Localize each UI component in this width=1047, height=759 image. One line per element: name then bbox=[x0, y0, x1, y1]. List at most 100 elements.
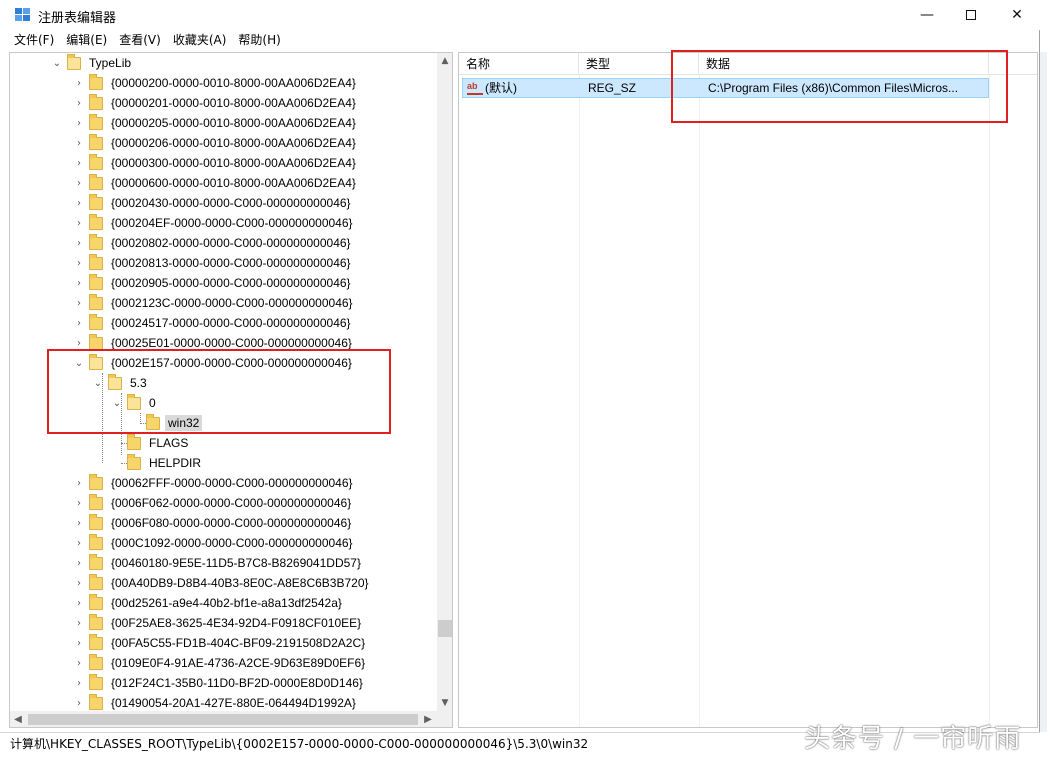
menu-edit[interactable]: 编辑(E) bbox=[60, 30, 113, 51]
tree-horizontal-scrollbar[interactable]: ◀ ▶ bbox=[10, 711, 437, 727]
tree-item-key[interactable]: › {0006F062-0000-0000-C000-000000000046} bbox=[73, 493, 354, 513]
chevron-right-icon[interactable]: › bbox=[73, 573, 85, 593]
folder-icon bbox=[127, 453, 141, 470]
tree-vertical-scrollbar[interactable]: ▲ ▼ bbox=[437, 53, 452, 711]
tree-item-label: {012F24C1-35B0-11D0-BF2D-0000E8D0D146} bbox=[111, 676, 363, 690]
chevron-right-icon[interactable]: › bbox=[73, 653, 85, 673]
tree-item-key[interactable]: › {00024517-0000-0000-C000-000000000046} bbox=[73, 313, 354, 333]
chevron-right-icon[interactable]: › bbox=[73, 473, 85, 493]
tree-item-key[interactable]: › {00062FFF-0000-0000-C000-000000000046} bbox=[73, 473, 356, 493]
folder-icon bbox=[89, 633, 103, 650]
folder-icon bbox=[89, 213, 103, 230]
tree-item-label: TypeLib bbox=[89, 56, 132, 70]
chevron-right-icon[interactable]: › bbox=[73, 273, 85, 293]
tree-item-typelib[interactable]: ⌄ TypeLib bbox=[51, 53, 134, 73]
tree-item-key[interactable]: › {00020905-0000-0000-C000-000000000046} bbox=[73, 273, 354, 293]
tree-item-label: {00FA5C55-FD1B-404C-BF09-2191508D2A2C} bbox=[111, 636, 366, 650]
menu-bar: 文件(F) 编辑(E) 查看(V) 收藏夹(A) 帮助(H) bbox=[0, 30, 1040, 51]
menu-favorites[interactable]: 收藏夹(A) bbox=[167, 30, 233, 51]
folder-icon bbox=[127, 433, 141, 450]
tree-item-flags[interactable]: FLAGS bbox=[111, 433, 191, 453]
tree-item-key[interactable]: › {00000200-0000-0010-8000-00AA006D2EA4} bbox=[73, 73, 359, 93]
tree-item-key[interactable]: › {00000205-0000-0010-8000-00AA006D2EA4} bbox=[73, 113, 359, 133]
folder-icon bbox=[89, 693, 103, 710]
folder-icon bbox=[89, 673, 103, 690]
folder-icon bbox=[89, 493, 103, 510]
chevron-right-icon[interactable]: › bbox=[73, 533, 85, 553]
menu-help[interactable]: 帮助(H) bbox=[232, 30, 286, 51]
chevron-right-icon[interactable]: › bbox=[73, 173, 85, 193]
chevron-right-icon[interactable]: › bbox=[73, 293, 85, 313]
chevron-right-icon[interactable]: › bbox=[73, 213, 85, 233]
tree-item-label: {00062FFF-0000-0000-C000-000000000046} bbox=[111, 476, 353, 490]
tree-item-key[interactable]: › {00000206-0000-0010-8000-00AA006D2EA4} bbox=[73, 133, 359, 153]
chevron-down-icon[interactable]: ⌄ bbox=[51, 53, 63, 73]
folder-icon bbox=[89, 193, 103, 210]
scroll-thumb[interactable] bbox=[438, 620, 452, 637]
tree-item-key[interactable]: › {0002123C-0000-0000-C000-000000000046} bbox=[73, 293, 356, 313]
tree-item-key[interactable]: › {00FA5C55-FD1B-404C-BF09-2191508D2A2C} bbox=[73, 633, 368, 653]
chevron-right-icon[interactable]: › bbox=[73, 493, 85, 513]
maximize-button[interactable] bbox=[948, 0, 994, 30]
chevron-right-icon[interactable]: › bbox=[73, 553, 85, 573]
tree-item-key[interactable]: › {00020802-0000-0000-C000-000000000046} bbox=[73, 233, 354, 253]
tree-item-label: {000204EF-0000-0000-C000-000000000046} bbox=[111, 216, 353, 230]
scroll-right-icon[interactable]: ▶ bbox=[420, 711, 436, 727]
minimize-button[interactable]: — bbox=[904, 0, 950, 30]
chevron-right-icon[interactable]: › bbox=[73, 153, 85, 173]
tree-item-label: {00000200-0000-0010-8000-00AA006D2EA4} bbox=[111, 76, 356, 90]
tree-item-helpdir[interactable]: HELPDIR bbox=[111, 453, 204, 473]
tree-item-label: {0109E0F4-91AE-4736-A2CE-9D63E89D0EF6} bbox=[111, 656, 366, 670]
menu-file[interactable]: 文件(F) bbox=[8, 30, 60, 51]
menu-view[interactable]: 查看(V) bbox=[113, 30, 167, 51]
chevron-right-icon[interactable]: › bbox=[73, 233, 85, 253]
tree-item-key[interactable]: › {00020813-0000-0000-C000-000000000046} bbox=[73, 253, 354, 273]
tree-item-key[interactable]: › {01490054-20A1-427E-880E-064494D1992A} bbox=[73, 693, 359, 713]
status-path: 计算机\HKEY_CLASSES_ROOT\TypeLib\{0002E157-… bbox=[10, 737, 589, 751]
scroll-left-icon[interactable]: ◀ bbox=[10, 711, 26, 727]
values-list-panel: 名称 类型 数据 ab (默认) REG_SZ C:\Program Files… bbox=[458, 52, 1038, 728]
folder-icon bbox=[89, 113, 103, 130]
tree-item-key[interactable]: › {00d25261-a9e4-40b2-bf1e-a8a13df2542a} bbox=[73, 593, 345, 613]
chevron-right-icon[interactable]: › bbox=[73, 133, 85, 153]
folder-icon bbox=[89, 333, 103, 350]
chevron-right-icon[interactable]: › bbox=[73, 673, 85, 693]
tree-item-key[interactable]: › {012F24C1-35B0-11D0-BF2D-0000E8D0D146} bbox=[73, 673, 366, 693]
tree-item-key[interactable]: › {000204EF-0000-0000-C000-000000000046} bbox=[73, 213, 356, 233]
tree-item-key[interactable]: › {0006F080-0000-0000-C000-000000000046} bbox=[73, 513, 354, 533]
tree-item-label: {000C1092-0000-0000-C000-000000000046} bbox=[111, 536, 353, 550]
chevron-right-icon[interactable]: › bbox=[73, 613, 85, 633]
string-value-icon: ab bbox=[467, 81, 483, 95]
tree-item-key[interactable]: › {00A40DB9-D8B4-40B3-8E0C-A8E8C6B3B720} bbox=[73, 573, 372, 593]
tree-item-key[interactable]: › {00000201-0000-0010-8000-00AA006D2EA4} bbox=[73, 93, 359, 113]
tree-item-key[interactable]: › {000C1092-0000-0000-C000-000000000046} bbox=[73, 533, 356, 553]
chevron-right-icon[interactable]: › bbox=[73, 313, 85, 333]
regedit-window: 注册表编辑器 — ✕ 文件(F) 编辑(E) 查看(V) 收藏夹(A) 帮助(H… bbox=[0, 0, 1040, 759]
chevron-right-icon[interactable]: › bbox=[73, 253, 85, 273]
tree-item-key[interactable]: › {00460180-9E5E-11D5-B7C8-B8269041DD57} bbox=[73, 553, 364, 573]
tree-item-key[interactable]: › {00000600-0000-0010-8000-00AA006D2EA4} bbox=[73, 173, 359, 193]
chevron-right-icon[interactable]: › bbox=[73, 593, 85, 613]
chevron-right-icon[interactable]: › bbox=[73, 73, 85, 93]
chevron-right-icon[interactable]: › bbox=[73, 93, 85, 113]
tree-item-label: {00020813-0000-0000-C000-000000000046} bbox=[111, 256, 351, 270]
chevron-right-icon[interactable]: › bbox=[73, 513, 85, 533]
chevron-right-icon[interactable]: › bbox=[73, 113, 85, 133]
maximize-icon bbox=[966, 10, 976, 20]
scroll-down-icon[interactable]: ▼ bbox=[437, 695, 452, 711]
tree-item-label: {00000201-0000-0010-8000-00AA006D2EA4} bbox=[111, 96, 356, 110]
chevron-right-icon[interactable]: › bbox=[73, 693, 85, 713]
scroll-thumb[interactable] bbox=[28, 714, 418, 725]
scroll-up-icon[interactable]: ▲ bbox=[437, 53, 452, 69]
tree-item-key[interactable]: › {0109E0F4-91AE-4736-A2CE-9D63E89D0EF6} bbox=[73, 653, 368, 673]
close-button[interactable]: ✕ bbox=[994, 0, 1040, 30]
column-header-name[interactable]: 名称 bbox=[459, 53, 579, 75]
folder-icon bbox=[89, 273, 103, 290]
tree-item-key[interactable]: › {00F25AE8-3625-4E34-92D4-F0918CF010EE} bbox=[73, 613, 364, 633]
chevron-right-icon[interactable]: › bbox=[73, 633, 85, 653]
watermark-text: 头条号 / 一帘听雨 bbox=[804, 724, 1022, 754]
chevron-right-icon[interactable]: › bbox=[73, 193, 85, 213]
title-bar[interactable]: 注册表编辑器 — ✕ bbox=[0, 0, 1040, 30]
tree-item-key[interactable]: › {00000300-0000-0010-8000-00AA006D2EA4} bbox=[73, 153, 359, 173]
tree-item-key[interactable]: › {00020430-0000-0000-C000-000000000046} bbox=[73, 193, 354, 213]
